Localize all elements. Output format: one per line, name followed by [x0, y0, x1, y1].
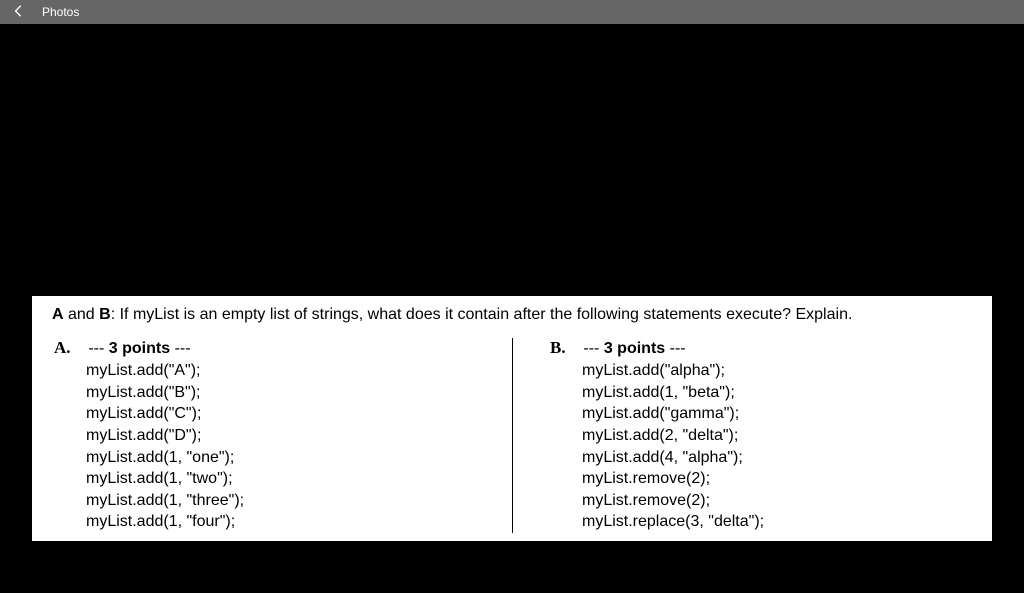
code-line: myList.add("D");	[86, 425, 486, 447]
label-a: A	[52, 306, 64, 323]
code-line: myList.add(1, "beta");	[582, 382, 982, 404]
label-b: B	[99, 306, 111, 323]
code-block-b: myList.add("alpha"); myList.add(1, "beta…	[550, 360, 982, 533]
code-line: myList.add(2, "delta");	[582, 425, 982, 447]
code-line: myList.add("alpha");	[582, 360, 982, 382]
code-block-a: myList.add("A"); myList.add("B"); myList…	[54, 360, 486, 533]
code-line: myList.add(1, "four");	[86, 511, 486, 533]
document-image: A and B: If myList is an empty list of s…	[32, 296, 992, 541]
column-divider	[512, 338, 513, 533]
points-bold-b: 3 points	[604, 340, 665, 357]
arrow-left-icon	[12, 4, 26, 21]
code-line: myList.add("gamma");	[582, 403, 982, 425]
code-line: myList.add(1, "two");	[86, 468, 486, 490]
code-line: myList.remove(2);	[582, 490, 982, 512]
column-b: B. --- 3 points --- myList.add("alpha");…	[486, 338, 982, 533]
question-text: : If myList is an empty list of strings,…	[111, 306, 853, 323]
columns: A. --- 3 points --- myList.add("A"); myL…	[42, 338, 982, 533]
code-line: myList.add(4, "alpha");	[582, 447, 982, 469]
code-line: myList.add("B");	[86, 382, 486, 404]
question-mid: and	[64, 306, 100, 323]
code-line: myList.add(1, "three");	[86, 490, 486, 512]
code-line: myList.add(1, "one");	[86, 447, 486, 469]
code-line: myList.replace(3, "delta");	[582, 511, 982, 533]
code-line: myList.add("A");	[86, 360, 486, 382]
question-header: A and B: If myList is an empty list of s…	[42, 306, 982, 324]
code-line: myList.remove(2);	[582, 468, 982, 490]
back-button[interactable]	[4, 2, 34, 23]
points-suffix-a: ---	[170, 340, 190, 357]
points-prefix-b: ---	[583, 340, 603, 357]
app-title: Photos	[42, 5, 79, 19]
section-label-b: B.	[550, 338, 566, 357]
code-line: myList.add("C");	[86, 403, 486, 425]
points-suffix-b: ---	[665, 340, 685, 357]
points-prefix-a: ---	[88, 340, 108, 357]
points-bold-a: 3 points	[109, 340, 170, 357]
section-label-a: A.	[54, 338, 71, 357]
title-bar: Photos	[0, 0, 1024, 24]
column-a: A. --- 3 points --- myList.add("A"); myL…	[42, 338, 486, 533]
content-area: A and B: If myList is an empty list of s…	[0, 24, 1024, 593]
